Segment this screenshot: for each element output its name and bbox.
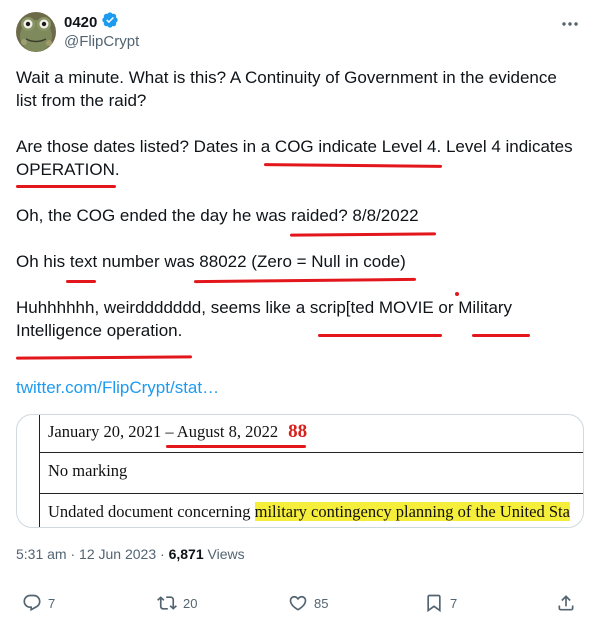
bookmark-button[interactable]: 7 bbox=[424, 593, 457, 613]
tweet-meta: 5:31 am · 12 Jun 2023 · 6,871 Views bbox=[16, 545, 245, 563]
meta-separator: · bbox=[160, 546, 165, 562]
date-range-end: August 8, 2022 bbox=[176, 422, 279, 441]
media-image[interactable]: January 20, 2021 – August 8, 2022 88 No m… bbox=[16, 414, 584, 528]
meta-separator: · bbox=[70, 546, 76, 562]
document-text: Undated document concerning bbox=[48, 502, 255, 521]
tweet-link[interactable]: twitter.com/FlipCrypt/stat… bbox=[16, 376, 219, 399]
document-row: No marking bbox=[40, 452, 583, 489]
bookmark-count: 7 bbox=[450, 595, 458, 611]
bookmark-icon bbox=[427, 594, 441, 613]
document-row: Undated document concerning military con… bbox=[40, 493, 583, 527]
like-button[interactable]: 85 bbox=[288, 593, 328, 613]
frog-avatar-icon bbox=[16, 12, 56, 52]
paragraph: Are those dates listed? Dates in a COG i… bbox=[16, 137, 573, 156]
avatar[interactable] bbox=[16, 12, 56, 52]
paragraph: Intelligence operation. bbox=[16, 321, 183, 340]
retweet-icon bbox=[157, 596, 177, 610]
action-bar: 7 20 85 7 bbox=[0, 593, 598, 617]
paragraph: Oh, the COG ended the day he was raided?… bbox=[16, 206, 419, 225]
share-button[interactable] bbox=[556, 593, 576, 613]
annotation-underline bbox=[472, 334, 530, 337]
paragraph: list from the raid? bbox=[16, 91, 147, 110]
annotation-underline bbox=[16, 185, 116, 188]
more-options-icon[interactable] bbox=[560, 14, 580, 34]
views-label: Views bbox=[207, 546, 245, 562]
reply-button[interactable]: 7 bbox=[22, 593, 55, 613]
heart-icon bbox=[289, 595, 307, 611]
annotation-underline bbox=[66, 280, 96, 283]
retweet-button[interactable]: 20 bbox=[157, 593, 197, 613]
share-icon bbox=[558, 595, 574, 611]
author-name-row[interactable]: 0420 bbox=[64, 11, 119, 34]
display-name[interactable]: 0420 bbox=[64, 13, 97, 33]
document-table: January 20, 2021 – August 8, 2022 88 No m… bbox=[39, 415, 583, 527]
paragraph: Oh his text number was 88022 (Zero = Nul… bbox=[16, 252, 406, 271]
paragraph: Wait a minute. What is this? A Continuit… bbox=[16, 68, 557, 87]
paragraph: OPERATION. bbox=[16, 160, 120, 179]
annotation-underline bbox=[15, 355, 193, 360]
tweet-time[interactable]: 5:31 am bbox=[16, 546, 67, 562]
annotation-underline bbox=[318, 334, 442, 337]
highlighted-text: military contingency planning of the Uni… bbox=[254, 502, 570, 521]
views-count: 6,871 bbox=[168, 546, 204, 562]
retweet-count: 20 bbox=[183, 595, 198, 611]
annotation-dot bbox=[455, 292, 459, 296]
like-count: 85 bbox=[314, 595, 329, 611]
author-handle[interactable]: @FlipCrypt bbox=[64, 32, 139, 52]
reply-count: 7 bbox=[48, 595, 56, 611]
paragraph: Huhhhhhh, weirddddddd, seems like a scri… bbox=[16, 298, 513, 317]
verified-badge-icon bbox=[101, 11, 119, 34]
tweet-text: Wait a minute. What is this? A Continuit… bbox=[16, 66, 586, 342]
handwritten-annotation: 88 bbox=[288, 421, 308, 442]
annotation-underline bbox=[166, 445, 306, 448]
tweet-date[interactable]: 12 Jun 2023 bbox=[79, 546, 156, 562]
date-range-start: January 20, 2021 – bbox=[48, 422, 177, 441]
document-row: January 20, 2021 – August 8, 2022 88 bbox=[40, 415, 583, 449]
reply-icon bbox=[23, 594, 41, 612]
